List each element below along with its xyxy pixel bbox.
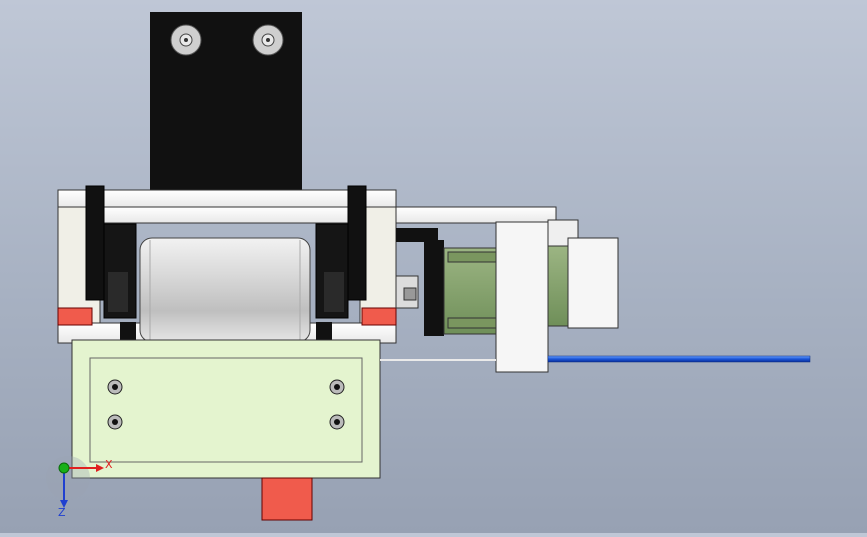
cad-viewport[interactable]: X Z xyxy=(0,0,867,533)
top-black-plate xyxy=(150,12,302,210)
base-hole-icon xyxy=(107,379,123,395)
red-foot xyxy=(261,477,313,521)
z-axis-label: Z xyxy=(58,506,66,519)
plate-screw-left-icon xyxy=(170,24,202,56)
green-base-block xyxy=(71,339,381,479)
base-hole-icon xyxy=(329,379,345,395)
stepper-motor-green xyxy=(443,247,501,335)
coupling xyxy=(395,275,419,309)
motor-green-rear xyxy=(547,245,571,327)
assembly-drawing xyxy=(46,12,811,521)
y-axis-dot-icon xyxy=(58,462,70,474)
red-pad-left xyxy=(57,307,93,326)
x-axis-label: X xyxy=(105,458,113,471)
plate-screw-right-icon xyxy=(252,24,284,56)
blue-rod xyxy=(547,355,811,363)
base-hole-icon xyxy=(329,414,345,430)
red-pad-right xyxy=(361,307,397,326)
roller-cylinder xyxy=(139,237,311,343)
motor-end-cap xyxy=(567,237,619,329)
base-hole-icon xyxy=(107,414,123,430)
